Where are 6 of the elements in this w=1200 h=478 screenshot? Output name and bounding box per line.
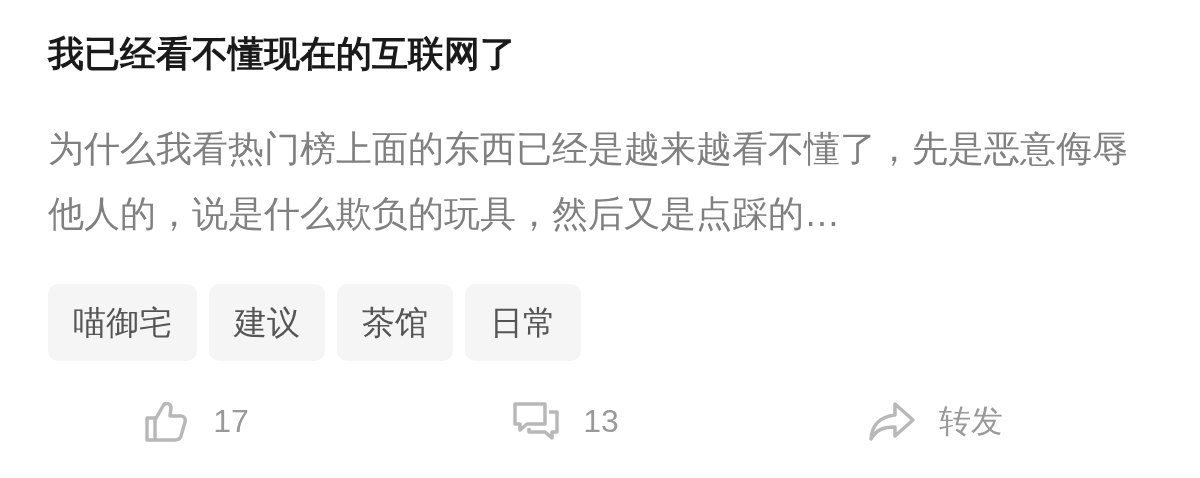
topic-tag[interactable]: 茶馆: [337, 284, 453, 361]
post-title: 我已经看不懂现在的互联网了: [48, 32, 517, 76]
topic-tag[interactable]: 喵御宅: [48, 284, 197, 361]
post-excerpt: 为什么我看热门榜上面的东西已经是越来越看不懂了，先是恶意侮辱他人的，说是什么欺负的玩具，然后又是点踩的…: [48, 127, 1129, 236]
topic-tag[interactable]: 建议: [209, 284, 325, 361]
topic-tag[interactable]: 日常: [465, 284, 581, 361]
